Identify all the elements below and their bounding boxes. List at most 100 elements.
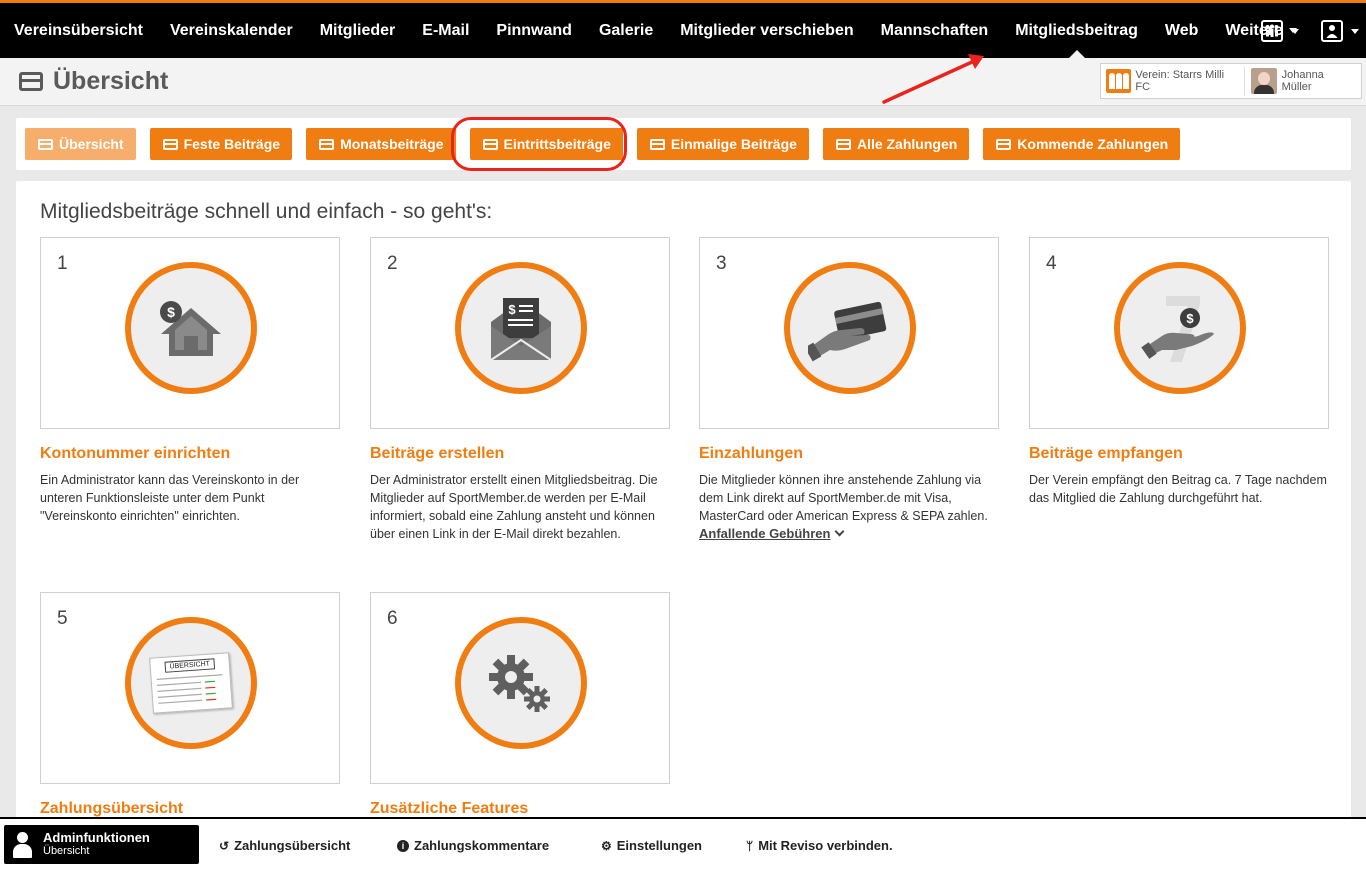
footer-link-einstellungen[interactable]: ⚙ Einstellungen bbox=[601, 838, 702, 853]
svg-text:$: $ bbox=[167, 304, 175, 320]
step-description: Die Mitglieder können ihre anstehende Za… bbox=[699, 473, 988, 523]
step-illustration: 3 bbox=[699, 237, 999, 429]
step-illustration: 6 bbox=[370, 592, 670, 784]
user-name: Johanna Müller bbox=[1281, 69, 1324, 93]
nav-item-mitglieder-verschieben[interactable]: Mitglieder verschieben bbox=[680, 3, 853, 58]
step-description: Ein Administrator kann das Vereinskonto … bbox=[40, 473, 300, 523]
step-card-2: 2 $ Beiträge erstellen Der Administrator… bbox=[370, 237, 670, 543]
page-title: Übersicht bbox=[53, 67, 169, 95]
branch-icon: ᛘ bbox=[746, 838, 754, 853]
nav-item-mannschaften[interactable]: Mannschaften bbox=[881, 3, 989, 58]
svg-text:$: $ bbox=[1186, 311, 1194, 326]
avatar bbox=[1251, 68, 1277, 94]
main-content: Mitgliedsbeiträge schnell und einfach - … bbox=[16, 181, 1351, 821]
fees-link-label: Anfallende Gebühren bbox=[699, 526, 831, 541]
annotation-highlight-circle bbox=[451, 117, 627, 171]
step-card-5: 5 ÜBERSICHT Zahlungsübersicht bbox=[40, 592, 340, 818]
tab-label: Übersicht bbox=[59, 136, 124, 152]
credit-card-icon bbox=[319, 138, 335, 150]
annotation-arrow bbox=[882, 54, 984, 104]
section-heading: Mitgliedsbeiträge schnell und einfach - … bbox=[40, 200, 493, 223]
step-card-1: 1 $ Kontonummer einrichten Ein Administr… bbox=[40, 237, 340, 525]
step-number: 4 bbox=[1046, 253, 1057, 274]
history-icon: ↺ bbox=[219, 838, 230, 853]
hand-card-icon bbox=[784, 262, 916, 394]
tab-label: Alle Zahlungen bbox=[856, 136, 958, 152]
tab-label: Einmalige Beiträge bbox=[670, 136, 797, 152]
step-number: 3 bbox=[716, 253, 727, 274]
user-icon bbox=[1321, 20, 1343, 42]
club-label: Verein: Starrs Milli FC bbox=[1135, 69, 1225, 93]
club-people-icon bbox=[1106, 69, 1132, 93]
step-title: Beiträge erstellen bbox=[370, 445, 505, 462]
tab-monatsbeitraege[interactable]: Monatsbeiträge bbox=[306, 128, 456, 160]
step-card-4: 4 $ Beiträge empfangen Der Verein empfän… bbox=[1029, 237, 1329, 507]
gear-icon: ⚙ bbox=[601, 838, 612, 853]
overview-sheet-icon: ÜBERSICHT bbox=[125, 617, 257, 749]
user-menu-button[interactable] bbox=[1321, 19, 1359, 43]
caret-down-icon bbox=[1291, 28, 1299, 34]
teams-menu-button[interactable] bbox=[1261, 19, 1299, 43]
tab-feste-beitraege[interactable]: Feste Beiträge bbox=[149, 128, 293, 160]
club-switcher[interactable]: Verein: Starrs Milli FC bbox=[1101, 67, 1246, 95]
chevron-down-icon bbox=[835, 526, 845, 537]
nav-item-pinnwand[interactable]: Pinnwand bbox=[496, 3, 572, 58]
step-number: 6 bbox=[387, 608, 398, 629]
admin-functions-button[interactable]: Adminfunktionen Übersicht bbox=[4, 825, 199, 864]
nav-item-mitgliedsbeitrag[interactable]: Mitgliedsbeitrag bbox=[1015, 3, 1138, 58]
invoice-envelope-icon: $ bbox=[455, 262, 587, 394]
main-nav: Vereinsübersicht Vereinskalender Mitglie… bbox=[0, 3, 1324, 58]
admin-title: Adminfunktionen bbox=[43, 830, 150, 845]
page-header: Übersicht Verein: Starrs Milli FC Johann… bbox=[0, 58, 1366, 106]
step-title: Einzahlungen bbox=[699, 445, 803, 462]
footer-link-label: Einstellungen bbox=[616, 838, 702, 853]
step-number: 5 bbox=[57, 608, 68, 629]
tab-label: Kommende Zahlungen bbox=[1017, 136, 1169, 152]
footer-link-label: Mit Reviso verbinden. bbox=[758, 838, 893, 853]
nav-item-web[interactable]: Web bbox=[1165, 3, 1198, 58]
step-title: Kontonummer einrichten bbox=[40, 445, 231, 462]
nav-item-mitglieder[interactable]: Mitglieder bbox=[320, 3, 396, 58]
tab-alle-zahlungen[interactable]: Alle Zahlungen bbox=[822, 128, 970, 160]
caret-down-icon bbox=[1351, 28, 1359, 34]
admin-subtitle: Übersicht bbox=[43, 845, 90, 857]
card-recurring-icon bbox=[162, 138, 178, 150]
fee-tabs: Übersicht Feste Beiträge Monatsbeiträge … bbox=[16, 118, 1351, 170]
step-description: Der Administrator erstellt einen Mitglie… bbox=[370, 473, 658, 541]
card-upcoming-icon bbox=[996, 138, 1012, 150]
nav-item-vereinskalender[interactable]: Vereinskalender bbox=[170, 3, 293, 58]
step-card-3: 3 Einzahlungen Die Mitglieder können ihr… bbox=[699, 237, 999, 543]
step-title: Zusätzliche Features bbox=[370, 800, 529, 817]
admin-footer-bar: Adminfunktionen Übersicht ↺ Zahlungsübers… bbox=[0, 817, 1366, 869]
fees-toggle-link[interactable]: Anfallende Gebühren bbox=[699, 526, 845, 541]
step-illustration: 5 ÜBERSICHT bbox=[40, 592, 340, 784]
teams-icon bbox=[1261, 20, 1283, 42]
svg-text:$: $ bbox=[508, 302, 516, 317]
step-illustration: 1 $ bbox=[40, 237, 340, 429]
admin-user-icon bbox=[13, 831, 37, 859]
tab-einmalige-beitraege[interactable]: Einmalige Beiträge bbox=[636, 128, 809, 160]
user-profile[interactable]: Johanna Müller bbox=[1245, 68, 1361, 94]
step-illustration: 2 $ bbox=[370, 237, 670, 429]
step-description: Der Verein empfängt den Beitrag ca. 7 Ta… bbox=[1029, 473, 1327, 505]
credit-card-icon bbox=[19, 72, 43, 91]
footer-link-zahlungsuebersicht[interactable]: ↺ Zahlungsübersicht bbox=[219, 838, 350, 853]
nav-item-vereinsuebersicht[interactable]: Vereinsübersicht bbox=[14, 3, 143, 58]
step-illustration: 4 $ bbox=[1029, 237, 1329, 429]
footer-link-reviso[interactable]: ᛘ Mit Reviso verbinden. bbox=[746, 838, 893, 853]
top-navigation: Vereinsübersicht Vereinskalender Mitglie… bbox=[0, 0, 1366, 58]
nav-item-galerie[interactable]: Galerie bbox=[599, 3, 653, 58]
step-number: 2 bbox=[387, 253, 398, 274]
card-once-icon bbox=[649, 138, 665, 150]
dollar-house-icon: $ bbox=[125, 262, 257, 394]
footer-link-zahlungskommentare[interactable]: i Zahlungskommentare bbox=[397, 838, 549, 853]
tab-label: Feste Beiträge bbox=[183, 136, 281, 152]
tab-kommende-zahlungen[interactable]: Kommende Zahlungen bbox=[983, 128, 1181, 160]
overview-sheet: ÜBERSICHT bbox=[149, 652, 233, 714]
nav-item-email[interactable]: E-Mail bbox=[422, 3, 469, 58]
sheet-label: ÜBERSICHT bbox=[164, 658, 216, 673]
footer-link-label: Zahlungsübersicht bbox=[234, 838, 351, 853]
tab-uebersicht[interactable]: Übersicht bbox=[25, 128, 136, 160]
step-title: Beiträge empfangen bbox=[1029, 445, 1183, 462]
hand-coin-seven-icon: $ bbox=[1114, 262, 1246, 394]
